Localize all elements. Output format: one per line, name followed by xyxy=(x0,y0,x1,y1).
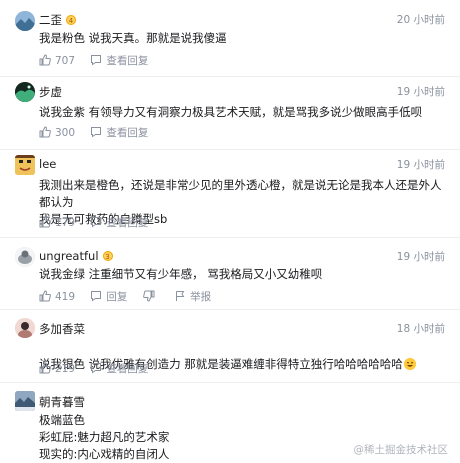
comment-actions: 219 查看回复 xyxy=(39,361,160,376)
report-label: 举报 xyxy=(190,291,212,303)
timestamp: 20 小时前 xyxy=(396,14,445,26)
comment-item: lee 19 小时前 我测出来是橙色，还说是非常少见的里外透心橙，就是说无论是我… xyxy=(0,150,460,238)
comment-item: 多加香菜 18 小时前 说我银色 说我优雅有创造力 那就是装逼难缠非得特立独行哈… xyxy=(0,310,460,382)
comment-bubble-icon xyxy=(91,55,102,66)
comment-item: 步虚 19 小时前 说我金紫 有领导力又有洞察力极具艺术天赋，就是骂我多说少做眼… xyxy=(0,77,460,149)
view-reply-button[interactable]: 查看回复 xyxy=(90,125,148,140)
avatar[interactable] xyxy=(15,318,35,338)
like-button[interactable]: 300 xyxy=(39,126,75,139)
like-count: 179 xyxy=(55,217,76,229)
thumbs-down-icon xyxy=(142,290,155,302)
comment-text: 说我金绿 注重细节又有少年感， 骂我格局又小又幼稚呗 xyxy=(39,267,323,281)
like-count: 300 xyxy=(55,127,76,139)
username[interactable]: ungreatful 3 xyxy=(39,249,113,263)
view-reply-button[interactable]: 查看回复 xyxy=(90,361,148,376)
username-text[interactable]: 多加香菜 xyxy=(39,322,85,336)
timestamp: 18 小时前 xyxy=(396,323,445,335)
username[interactable]: 朝青暮雪 xyxy=(39,394,85,410)
comment-text: 说我金紫 有领导力又有洞察力极具艺术天赋，就是骂我多说少做眼高手低呗 xyxy=(39,105,423,119)
level-badge: 3 xyxy=(102,251,113,261)
view-reply-label: 查看回复 xyxy=(106,217,149,229)
comment-bubble-icon xyxy=(91,217,102,228)
like-button[interactable]: 219 xyxy=(39,362,75,375)
username[interactable]: 二歪 4 xyxy=(39,12,76,28)
comment-actions: 419 回复 举报 xyxy=(39,289,223,304)
comment-bubble-icon xyxy=(91,291,102,302)
view-reply-button[interactable]: 查看回复 xyxy=(90,215,148,230)
username[interactable]: 步虚 xyxy=(39,84,62,100)
comment-actions: 300 查看回复 xyxy=(39,125,160,140)
timestamp: 19 小时前 xyxy=(396,159,445,171)
view-reply-label: 查看回复 xyxy=(106,127,149,139)
view-reply-label: 查看回复 xyxy=(106,363,149,375)
level-badge: 4 xyxy=(66,15,76,25)
comment-item: ungreatful 3 19 小时前 说我金绿 注重细节又有少年感， 骂我格局又… xyxy=(0,238,460,310)
comment-bubble-icon xyxy=(91,363,102,374)
timestamp: 19 小时前 xyxy=(396,251,445,263)
comment-item: 二歪 4 20 小时前 我是粉色 说我天真。那就是说我傻逼 707 查看回复 xyxy=(0,0,460,76)
watermark: @稀土掘金技术社区 xyxy=(353,444,449,456)
username-text[interactable]: lee xyxy=(39,157,56,171)
view-reply-button[interactable]: 查看回复 xyxy=(90,53,148,68)
flag-icon xyxy=(176,291,185,301)
rofl-emoji-icon xyxy=(403,358,416,370)
username-text[interactable]: 朝青暮雪 xyxy=(39,395,85,409)
like-button[interactable]: 179 xyxy=(39,216,75,229)
avatar[interactable] xyxy=(15,82,35,102)
thumbs-up-icon xyxy=(39,362,51,374)
thumbs-up-icon xyxy=(39,126,51,138)
avatar[interactable] xyxy=(15,391,35,411)
timestamp: 19 小时前 xyxy=(396,86,445,98)
thumbs-up-icon xyxy=(39,54,51,66)
username[interactable]: lee xyxy=(39,157,56,171)
like-button[interactable]: 707 xyxy=(39,54,75,67)
comment-text: 我是粉色 说我天真。那就是说我傻逼 xyxy=(39,31,227,45)
like-button[interactable]: 419 xyxy=(39,290,75,303)
thumbs-up-icon xyxy=(39,216,51,228)
username-text[interactable]: ungreatful xyxy=(39,249,99,263)
comment-actions: 179 查看回复 xyxy=(39,215,160,230)
reply-button[interactable]: 回复 xyxy=(90,289,127,304)
username[interactable]: 多加香菜 xyxy=(39,321,85,337)
username-text[interactable]: 步虚 xyxy=(39,85,62,99)
view-reply-label: 查看回复 xyxy=(106,55,149,67)
dislike-button[interactable] xyxy=(142,290,159,303)
reply-label: 回复 xyxy=(106,291,128,303)
like-count: 707 xyxy=(55,55,76,67)
username-text[interactable]: 二歪 xyxy=(39,13,62,27)
like-count: 419 xyxy=(55,291,76,303)
thumbs-up-icon xyxy=(39,290,51,302)
avatar[interactable] xyxy=(15,247,35,267)
comment-actions: 707 查看回复 xyxy=(39,53,160,68)
report-button[interactable]: 举报 xyxy=(174,289,211,304)
like-count: 219 xyxy=(55,363,76,375)
avatar[interactable] xyxy=(15,11,35,31)
avatar[interactable] xyxy=(15,155,35,175)
comment-bubble-icon xyxy=(91,127,102,138)
